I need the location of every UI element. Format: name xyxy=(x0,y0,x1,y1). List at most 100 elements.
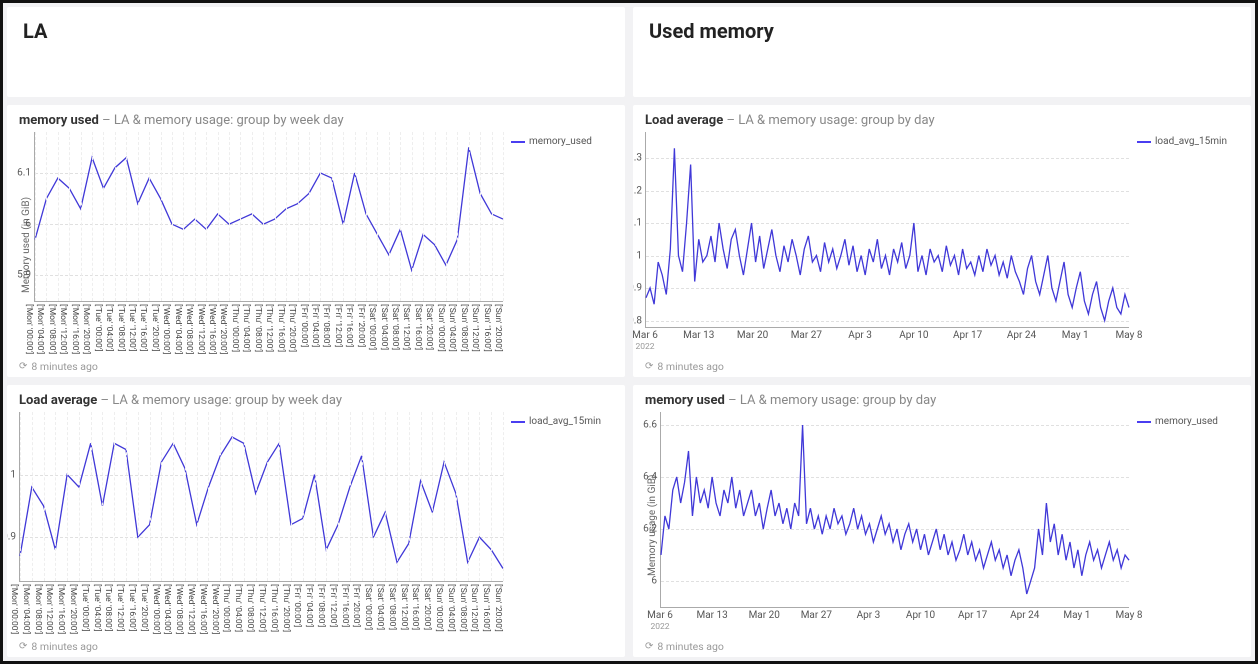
x-tick: ['Fri' '08:00'] xyxy=(321,304,331,347)
y-tick: 6 xyxy=(25,219,35,230)
y-tick: 0.9 xyxy=(7,532,20,543)
chart-title-row: Load average – LA & memory usage: group … xyxy=(645,113,1239,128)
x-tick: ['Wed' '12:00'] xyxy=(186,584,196,634)
legend-label: load_avg_15min xyxy=(529,416,601,427)
y-tick: 6 xyxy=(651,576,661,587)
x-tick: ['Thu' '12:00'] xyxy=(257,584,267,632)
x-tick: ['Sat' '08:00'] xyxy=(387,584,397,630)
x-tick: ['Fri' '12:00'] xyxy=(328,584,338,627)
y-tick: 0.9 xyxy=(633,283,646,294)
y-tick: 1 xyxy=(10,469,20,480)
x-tick: ['Wed' '04:00'] xyxy=(162,584,172,634)
header-usedmem-panel: Used memory xyxy=(633,7,1251,97)
x-tick: Mar 20 xyxy=(749,610,780,621)
x-tick: ['Tue' '20:00'] xyxy=(150,304,160,352)
chart-title-row: Load average – LA & memory usage: group … xyxy=(19,393,613,408)
x-tick: Mar 13 xyxy=(696,610,727,621)
x-tick: ['Fri' '00:00'] xyxy=(292,584,302,627)
x-tick: ['Wed' '08:00'] xyxy=(184,304,194,354)
x-tick: ['Tue' '08:00'] xyxy=(103,584,113,632)
x-tick: ['Mon' '16:00'] xyxy=(70,304,80,354)
x-tick: ['Wed' '04:00'] xyxy=(173,304,183,354)
chart-title: memory used xyxy=(645,393,725,408)
x-tick: ['Wed' '16:00'] xyxy=(198,584,208,634)
x-tick: ['Wed' '20:00'] xyxy=(218,304,228,354)
x-tick: ['Sun' '04:00'] xyxy=(446,584,456,632)
x-tick: Apr 10 xyxy=(899,330,928,341)
chart-subtitle: – LA & memory usage: group by week day xyxy=(100,393,342,408)
x-tick: ['Sat' '12:00'] xyxy=(401,304,411,350)
x-tick: ['Tue' '04:00'] xyxy=(104,304,114,352)
chart-mem-day: memory used – LA & memory usage: group b… xyxy=(633,385,1251,657)
legend: memory_used xyxy=(1129,412,1239,638)
legend: load_avg_15min xyxy=(503,412,613,638)
plot-area[interactable]: 66.26.46.6 xyxy=(660,412,1129,608)
chart-title: Load average xyxy=(645,113,723,128)
x-tick: Apr 17 xyxy=(953,330,982,341)
x-tick: ['Tue' '00:00'] xyxy=(80,584,90,632)
x-tick: ['Wed' '00:00'] xyxy=(161,304,171,354)
y-tick: 0.8 xyxy=(633,315,646,326)
x-tick: ['Sun' '04:00'] xyxy=(447,304,457,352)
x-tick: ['Thu' '04:00'] xyxy=(241,304,251,352)
x-tick: Apr 17 xyxy=(958,610,987,621)
panel-footer: ⟳ 8 minutes ago xyxy=(645,638,1239,653)
x-tick: ['Tue' '20:00'] xyxy=(139,584,149,632)
refresh-icon: ⟳ xyxy=(645,642,653,652)
panel-footer: ⟳ 8 minutes ago xyxy=(19,358,613,373)
x-tick: ['Thu' '00:00'] xyxy=(230,304,240,352)
footer-text: 8 minutes ago xyxy=(31,360,97,373)
x-tick: ['Mon' '04:00'] xyxy=(21,584,31,634)
x-tick: ['Tue' '12:00'] xyxy=(115,584,125,632)
x-tick: May 8 xyxy=(1116,330,1143,341)
x-tick: Mar 20 xyxy=(737,330,768,341)
x-tick: Mar 27 xyxy=(791,330,822,341)
x-tick: ['Mon' '00:00'] xyxy=(9,584,19,634)
x-tick: ['Sat' '04:00'] xyxy=(375,584,385,630)
y-tick: 1.3 xyxy=(633,153,646,164)
x-tick: ['Sat' '08:00'] xyxy=(390,304,400,350)
x-tick: Apr 24 xyxy=(1007,330,1036,341)
plot-area[interactable]: 0.80.911.11.21.3 xyxy=(645,132,1129,328)
x-tick: ['Thu' '04:00'] xyxy=(233,584,243,632)
x-tick: ['Sat' '16:00'] xyxy=(410,584,420,630)
x-tick: ['Mon' '20:00'] xyxy=(68,584,78,634)
x-tick: ['Sun' '00:00'] xyxy=(434,584,444,632)
legend-swatch xyxy=(511,141,525,143)
x-tick: ['Mon' '04:00'] xyxy=(35,304,45,354)
x-tick: ['Sat' '00:00'] xyxy=(363,584,373,630)
x-tick: ['Mon' '12:00'] xyxy=(58,304,68,354)
header-la-panel: LA xyxy=(7,7,625,97)
legend-label: memory_used xyxy=(1155,416,1218,427)
x-tick: ['Sun' '12:00'] xyxy=(469,584,479,632)
plot-area[interactable]: 0.91 xyxy=(19,412,503,582)
x-tick: ['Fri' '20:00'] xyxy=(356,304,366,347)
header-usedmem-title: Used memory xyxy=(649,19,1239,43)
x-tick: ['Sat' '16:00'] xyxy=(413,304,423,350)
x-tick: ['Sun' '20:00'] xyxy=(493,304,503,352)
x-tick: ['Fri' '08:00'] xyxy=(316,584,326,627)
y-tick: 6.1 xyxy=(17,167,35,178)
x-tick: ['Fri' '16:00'] xyxy=(340,584,350,627)
x-tick: ['Wed' '12:00'] xyxy=(196,304,206,354)
plot-area[interactable]: 5.966.1 xyxy=(34,132,503,302)
x-tick: ['Wed' '00:00'] xyxy=(151,584,161,634)
x-tick: ['Thu' '20:00'] xyxy=(287,304,297,352)
x-tick: ['Thu' '12:00'] xyxy=(264,304,274,352)
x-tick: Apr 24 xyxy=(1010,610,1039,621)
x-tick: ['Tue' '00:00'] xyxy=(93,304,103,352)
x-tick: ['Sun' '08:00'] xyxy=(459,304,469,352)
x-axis: ['Mon' '00:00']['Mon' '04:00']['Mon' '08… xyxy=(34,302,503,358)
x-tick: ['Fri' '04:00'] xyxy=(310,304,320,347)
x-tick: ['Fri' '20:00'] xyxy=(351,584,361,627)
chart-title-row: memory used – LA & memory usage: group b… xyxy=(19,113,613,128)
y-tick: 1 xyxy=(636,250,646,261)
x-tick: ['Thu' '16:00'] xyxy=(269,584,279,632)
y-tick: 5.9 xyxy=(17,270,35,281)
x-tick: ['Mon' '08:00'] xyxy=(47,304,57,354)
x-tick: ['Sun' '16:00'] xyxy=(481,584,491,632)
x-tick: ['Thu' '08:00'] xyxy=(245,584,255,632)
chart-title: Load average xyxy=(19,393,97,408)
x-tick: ['Sun' '20:00'] xyxy=(493,584,503,632)
x-tick: ['Fri' '04:00'] xyxy=(304,584,314,627)
